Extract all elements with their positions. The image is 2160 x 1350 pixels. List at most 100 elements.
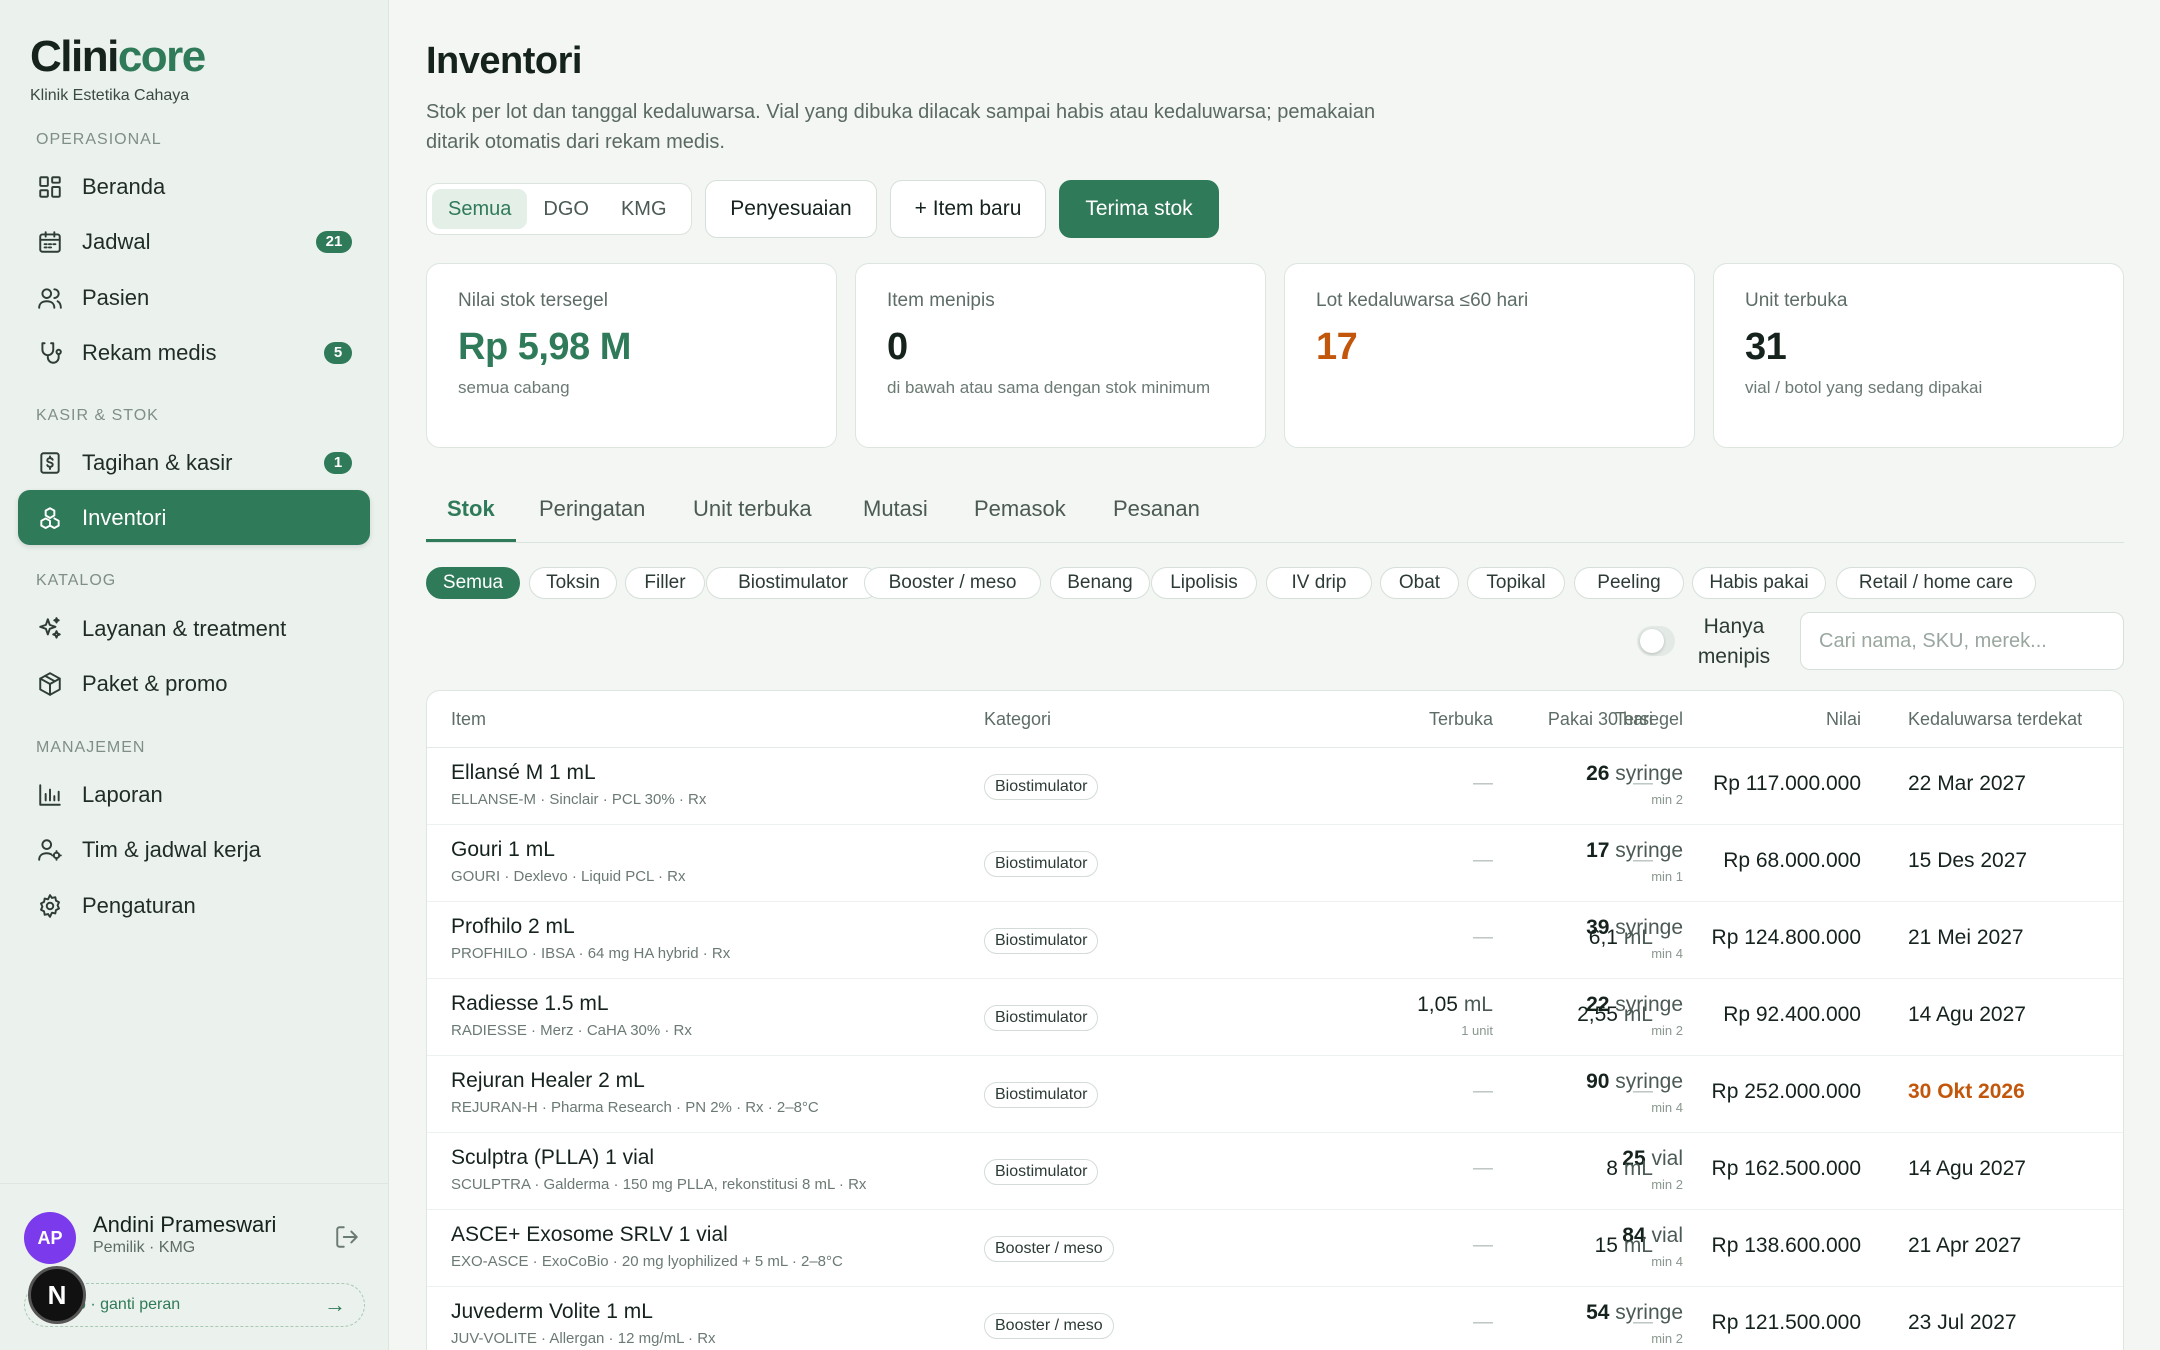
category-chip[interactable]: Biostimulator	[706, 567, 880, 599]
table-row[interactable]: Profhilo 2 mL PROFHILO · IBSA · 64 mg HA …	[427, 902, 2123, 979]
branch-option-semua[interactable]: Semua	[432, 189, 528, 229]
stock-value: Rp 138.600.000	[1711, 1234, 1861, 1257]
receive-stock-button[interactable]: Terima stok	[1059, 180, 1219, 238]
tab-peringatan[interactable]: Peringatan	[539, 496, 645, 522]
column-header-kedaluwarsa[interactable]: Kedaluwarsa terdekat	[1908, 709, 2082, 730]
stat-value: Rp 5,98 M	[458, 326, 631, 368]
item-name[interactable]: Profhilo 2 mL	[451, 915, 575, 939]
empty-dash: —	[1473, 772, 1493, 794]
column-header-kategori[interactable]: Kategori	[984, 709, 1051, 730]
category-chip[interactable]: Benang	[1050, 567, 1150, 599]
sidebar-item-label: Inventori	[82, 504, 167, 530]
stock-value: Rp 124.800.000	[1711, 926, 1861, 949]
item-name[interactable]: Ellansé M 1 mL	[451, 761, 596, 785]
empty-dash: —	[1633, 772, 1653, 794]
sidebar-item-label: Tim & jadwal kerja	[82, 836, 261, 862]
branch-option-dgo[interactable]: DGO	[527, 189, 605, 229]
category-chip[interactable]: Booster / meso	[864, 567, 1041, 599]
column-header-terbuka[interactable]: Terbuka	[1429, 709, 1493, 730]
sidebar-item-tim[interactable]: Tim & jadwal kerja	[18, 822, 370, 877]
category-chip[interactable]: IV drip	[1266, 567, 1372, 599]
stethoscope-icon	[36, 339, 64, 367]
sidebar-item-layanan[interactable]: Layanan & treatment	[18, 601, 370, 656]
stat-card: Unit terbuka 31 vial / botol yang sedang d…	[1713, 263, 2124, 448]
sidebar-item-label: Pasien	[82, 284, 150, 310]
tab-unit-terbuka[interactable]: Unit terbuka	[693, 496, 812, 522]
open-units: 1 unit	[1461, 1023, 1493, 1038]
column-header-nilai[interactable]: Nilai	[1826, 709, 1861, 730]
empty-dash: —	[1473, 849, 1493, 871]
category-chip[interactable]: Obat	[1380, 567, 1459, 599]
tab-stok[interactable]: Stok	[447, 496, 495, 522]
table-row[interactable]: Sculptra (PLLA) 1 vial SCULPTRA · Galderm…	[427, 1133, 2123, 1210]
min-stock: min 2	[1651, 1177, 1683, 1192]
item-name[interactable]: Radiesse 1.5 mL	[451, 992, 609, 1016]
sidebar-item-jadwal[interactable]: Jadwal 21	[18, 214, 370, 269]
expiry-date: 21 Mei 2027	[1908, 926, 2024, 949]
sidebar-item-label: Jadwal	[82, 228, 151, 254]
avatar[interactable]: AP	[24, 1212, 76, 1264]
search-input[interactable]	[1800, 612, 2124, 670]
sidebar-item-inventori[interactable]: Inventori	[18, 490, 370, 545]
item-meta: SCULPTRA · Galderma · 150 mg PLLA, rekon…	[451, 1176, 867, 1193]
usage-30d: 6,1 mL	[1588, 926, 1653, 949]
empty-dash: —	[1633, 1311, 1653, 1333]
expiry-date: 23 Jul 2027	[1908, 1311, 2017, 1334]
sidebar-item-paket[interactable]: Paket & promo	[18, 656, 370, 711]
sidebar-item-label: Paket & promo	[82, 670, 228, 696]
category-pill: Booster / meso	[984, 1313, 1114, 1339]
category-chip[interactable]: Semua	[426, 567, 520, 599]
item-name[interactable]: Juvederm Volite 1 mL	[451, 1300, 653, 1324]
table-row[interactable]: Radiesse 1.5 mL RADIESSE · Merz · CaHA 30…	[427, 979, 2123, 1056]
min-stock: min 4	[1651, 1254, 1683, 1269]
sidebar-item-rekam-medis[interactable]: Rekam medis 5	[18, 325, 370, 380]
min-stock: min 2	[1651, 1023, 1683, 1038]
new-item-button[interactable]: + Item baru	[890, 180, 1046, 238]
category-chip[interactable]: Topikal	[1467, 567, 1565, 599]
table-row[interactable]: ASCE+ Exosome SRLV 1 vial EXO-ASCE · ExoC…	[427, 1210, 2123, 1287]
category-chip[interactable]: Toksin	[529, 567, 617, 599]
tab-mutasi[interactable]: Mutasi	[863, 496, 928, 522]
bar-chart-icon	[36, 781, 64, 809]
category-chip[interactable]: Filler	[625, 567, 705, 599]
category-chip[interactable]: Habis pakai	[1692, 567, 1826, 599]
low-stock-toggle[interactable]	[1637, 626, 1675, 656]
category-chip[interactable]: Lipolisis	[1151, 567, 1257, 599]
sidebar-item-pengaturan[interactable]: Pengaturan	[18, 878, 370, 933]
item-name[interactable]: ASCE+ Exosome SRLV 1 vial	[451, 1223, 728, 1247]
adjust-button[interactable]: Penyesuaian	[705, 180, 877, 238]
sidebar-item-label: Laporan	[82, 781, 163, 807]
nav-section-operasional: OPERASIONAL	[36, 131, 162, 148]
stock-value: Rp 68.000.000	[1723, 849, 1861, 872]
stat-value: 31	[1745, 326, 1787, 368]
tab-pesanan[interactable]: Pesanan	[1113, 496, 1200, 522]
sidebar-item-beranda[interactable]: Beranda	[18, 159, 370, 214]
column-header-item[interactable]: Item	[451, 709, 486, 730]
sidebar-item-label: Rekam medis	[82, 339, 217, 365]
sidebar-item-pasien[interactable]: Pasien	[18, 270, 370, 325]
dashboard-grid-icon	[36, 173, 64, 201]
logout-icon[interactable]	[334, 1224, 360, 1250]
min-stock: min 2	[1651, 792, 1683, 807]
column-header-pakai-30-hari[interactable]: Pakai 30 hari	[1548, 709, 1653, 730]
app-logo[interactable]: Clinicore	[30, 32, 206, 82]
branch-option-kmg[interactable]: KMG	[605, 189, 683, 229]
table-row[interactable]: Gouri 1 mL GOURI · Dexlevo · Liquid PCL ·…	[427, 825, 2123, 902]
category-chip[interactable]: Peeling	[1574, 567, 1684, 599]
table-row[interactable]: Juvederm Volite 1 mL JUV-VOLITE · Allerga…	[427, 1287, 2123, 1350]
item-name[interactable]: Gouri 1 mL	[451, 838, 555, 862]
category-chip[interactable]: Retail / home care	[1836, 567, 2036, 599]
sidebar-item-laporan[interactable]: Laporan	[18, 767, 370, 822]
tab-pemasok[interactable]: Pemasok	[974, 496, 1066, 522]
item-name[interactable]: Sculptra (PLLA) 1 vial	[451, 1146, 654, 1170]
stat-subtext: di bawah atau sama dengan stok minimum	[887, 378, 1211, 397]
table-row[interactable]: Rejuran Healer 2 mL REJURAN-H · Pharma Re…	[427, 1056, 2123, 1133]
item-meta: EXO-ASCE · ExoCoBio · 20 mg lyophilized …	[451, 1253, 843, 1270]
overlay-n-button[interactable]: N	[28, 1266, 86, 1324]
expiry-date: 22 Mar 2027	[1908, 772, 2026, 795]
sidebar-item-tagihan[interactable]: Tagihan & kasir 1	[18, 435, 370, 490]
toggle-knob	[1640, 629, 1664, 653]
table-row[interactable]: Ellansé M 1 mL ELLANSE-M · Sinclair · PCL…	[427, 748, 2123, 825]
sidebar-item-label: Beranda	[82, 173, 166, 199]
item-name[interactable]: Rejuran Healer 2 mL	[451, 1069, 645, 1093]
